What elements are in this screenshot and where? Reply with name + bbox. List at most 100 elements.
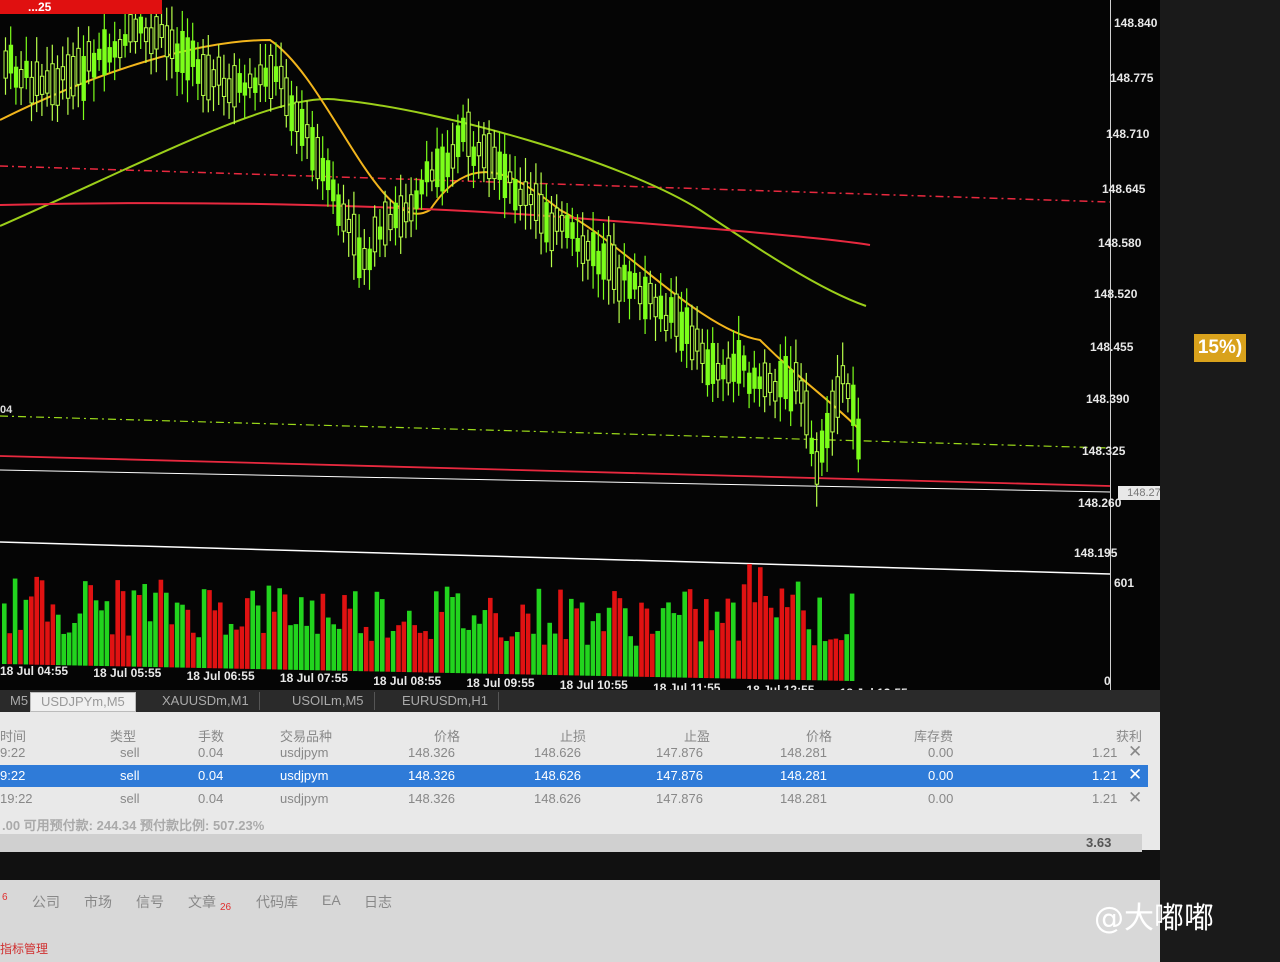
volume-bar bbox=[353, 591, 358, 672]
volume-bar bbox=[315, 633, 320, 671]
candle-body bbox=[617, 267, 622, 302]
volume-bar bbox=[644, 608, 650, 677]
candle-body bbox=[299, 108, 305, 146]
candle-body bbox=[507, 171, 513, 183]
candle-body bbox=[138, 16, 144, 34]
cell-profit: 1.21 bbox=[1092, 745, 1118, 760]
volume-bar bbox=[293, 624, 299, 670]
volume-separator bbox=[0, 541, 1110, 575]
volume-bar bbox=[401, 621, 407, 673]
position-row[interactable]: 19:22 sell 0.04 usdjpym 148.326 148.626 147.87… bbox=[0, 788, 1148, 810]
volume-bar bbox=[725, 598, 731, 679]
volume-bar bbox=[693, 608, 698, 678]
candle-body bbox=[788, 369, 794, 412]
price-tick-label: 148.840 bbox=[1114, 16, 1158, 30]
volume-bar bbox=[417, 632, 423, 673]
candle-body bbox=[747, 372, 752, 394]
volume-bar bbox=[347, 608, 353, 671]
candle-body bbox=[279, 65, 284, 90]
volume-bar bbox=[83, 581, 88, 666]
volume-bar bbox=[639, 602, 644, 677]
volume-bar bbox=[277, 588, 282, 670]
volume-bar bbox=[396, 625, 401, 672]
candle-body bbox=[55, 68, 60, 106]
volume-bar bbox=[682, 591, 687, 678]
candle-body bbox=[799, 380, 804, 404]
candle-body bbox=[513, 178, 518, 211]
candle-body bbox=[175, 43, 180, 72]
tab-xauusdm[interactable]: XAUUSDm,M1 bbox=[152, 692, 260, 710]
candle-body bbox=[466, 111, 471, 157]
volume-bar bbox=[299, 597, 304, 670]
position-row[interactable]: 9:22 sell 0.04 usdjpym 148.326 148.626 147.876… bbox=[0, 765, 1148, 787]
volume-bar bbox=[126, 635, 131, 667]
toolbox-tab-company[interactable]: 公司 bbox=[32, 892, 60, 912]
candle-body bbox=[29, 76, 34, 104]
cell-swap: 0.00 bbox=[928, 745, 954, 760]
candle-body bbox=[669, 297, 674, 323]
volume-bar bbox=[12, 578, 18, 665]
close-position-icon[interactable]: ✕ bbox=[1128, 742, 1142, 762]
toolbox-tab-codebase[interactable]: 代码库 bbox=[256, 892, 298, 912]
volume-bar bbox=[752, 602, 758, 680]
candle-body bbox=[50, 63, 55, 106]
volume-bar bbox=[844, 634, 849, 681]
toolbox-tab-journal[interactable]: 日志 bbox=[364, 892, 392, 912]
chart-tabs: M5 USDJPYm,M5 XAUUSDm,M1 USOILm,M5 EURUS… bbox=[0, 690, 1160, 712]
price-tick-label: 148.325 bbox=[1082, 444, 1126, 458]
volume-bar bbox=[650, 633, 655, 677]
candle-body bbox=[528, 194, 534, 206]
volume-bar bbox=[147, 621, 153, 667]
volume-bar bbox=[536, 588, 542, 675]
toolbox-tab-ea[interactable]: EA bbox=[322, 892, 341, 908]
volume-zero-label: 0 bbox=[1104, 674, 1111, 688]
chart-canvas[interactable] bbox=[0, 0, 1110, 690]
time-tick-label: 18 Jul 09:55 bbox=[466, 676, 535, 690]
time-tick-label: 18 Jul 04:55 bbox=[0, 664, 69, 678]
tab-usdjpym[interactable]: USDJPYm,M5 bbox=[30, 692, 136, 712]
candle-body bbox=[773, 381, 778, 402]
candle-body bbox=[331, 179, 336, 202]
volume-bar bbox=[574, 608, 579, 676]
volume-bar bbox=[552, 633, 558, 676]
candle-body bbox=[793, 362, 799, 392]
indicator-manager[interactable]: 指标管理 bbox=[0, 940, 48, 957]
candle-body bbox=[622, 264, 627, 281]
volume-bar bbox=[99, 610, 104, 666]
candle-body bbox=[268, 54, 274, 100]
tab-usoilm[interactable]: USOILm,M5 bbox=[282, 692, 375, 710]
toolbox-tab-count[interactable]: 6 bbox=[2, 892, 8, 903]
cell-tp: 147.876 bbox=[656, 768, 703, 783]
cell-lots: 0.04 bbox=[198, 768, 224, 783]
candle-body bbox=[320, 157, 326, 182]
candle-body bbox=[539, 194, 544, 234]
time-tick-label: 18 Jul 08:55 bbox=[373, 673, 442, 688]
volume-bar bbox=[434, 591, 439, 673]
price-tick-label: 148.520 bbox=[1094, 287, 1138, 301]
candle-body bbox=[814, 451, 820, 485]
volume-bar bbox=[261, 632, 266, 670]
toolbox-tab-articles[interactable]: 文章 bbox=[188, 892, 216, 912]
tab-eurusdm[interactable]: EURUSDm,H1 bbox=[392, 692, 499, 710]
volume-bar bbox=[801, 610, 806, 681]
volume-bar bbox=[779, 588, 785, 680]
cell-swap: 0.00 bbox=[928, 791, 954, 806]
candle-body bbox=[414, 190, 419, 210]
candle-body bbox=[388, 213, 393, 231]
toolbox-tab-signals[interactable]: 信号 bbox=[136, 892, 164, 912]
close-position-icon[interactable]: ✕ bbox=[1128, 765, 1142, 785]
candle-body bbox=[419, 179, 424, 195]
volume-bar bbox=[218, 602, 223, 669]
price-chart[interactable] bbox=[0, 0, 1160, 690]
candle-body bbox=[461, 117, 466, 143]
position-row[interactable]: 9:22 sell 0.04 usdjpym 148.326 148.626 147.876… bbox=[0, 742, 1148, 764]
close-position-icon[interactable]: ✕ bbox=[1128, 788, 1142, 808]
volume-bar bbox=[34, 576, 39, 665]
candle-body bbox=[445, 152, 450, 178]
candle-body bbox=[409, 194, 414, 222]
volume-bar bbox=[601, 631, 606, 677]
candle-body bbox=[190, 40, 196, 67]
volume-bar bbox=[741, 584, 747, 679]
toolbox-tab-market[interactable]: 市场 bbox=[84, 892, 112, 912]
volume-bar bbox=[666, 602, 671, 678]
